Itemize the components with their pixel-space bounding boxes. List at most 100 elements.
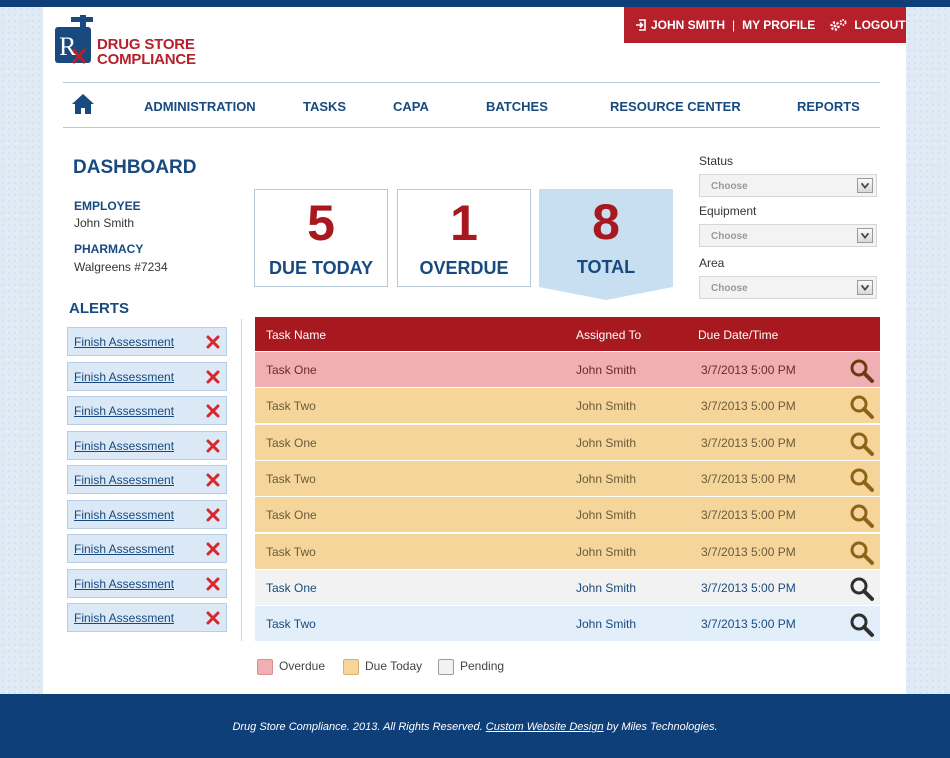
home-icon[interactable] <box>71 93 95 115</box>
main-nav: ADMINISTRATION TASKS CAPA BATCHES RESOUR… <box>63 82 880 128</box>
cell-due-date: 3/7/2013 5:00 PM <box>701 617 796 632</box>
employee-value: John Smith <box>74 216 135 230</box>
search-icon[interactable] <box>849 431 875 457</box>
legend-swatch-due-today <box>343 659 359 675</box>
column-header-due-date[interactable]: Due Date/Time <box>698 328 778 342</box>
table-row[interactable]: Task One John Smith 3/7/2013 5:00 PM <box>255 352 880 388</box>
alert-link[interactable]: Finish Assessment <box>74 473 174 487</box>
cell-task-name[interactable]: Task One <box>266 581 317 595</box>
stat-value: 5 <box>307 195 335 251</box>
stat-card-total[interactable]: 8 TOTAL <box>539 189 673 301</box>
nav-capa[interactable]: CAPA <box>393 99 429 114</box>
cell-assigned-to: John Smith <box>576 580 637 595</box>
alert-link[interactable]: Finish Assessment <box>74 508 174 522</box>
user-name-link[interactable]: JOHN SMITH <box>636 18 725 32</box>
alert-item[interactable]: Finish Assessment <box>67 361 227 391</box>
table-row[interactable]: Task One John Smith 3/7/2013 5:00 PM <box>255 424 880 461</box>
table-row[interactable]: Task One John Smith 3/7/2013 5:00 PM <box>255 497 880 534</box>
cell-task-name[interactable]: Task Two <box>266 617 316 631</box>
alert-item[interactable]: Finish Assessment <box>67 568 227 598</box>
cell-task-name[interactable]: Task Two <box>266 472 316 486</box>
cell-task-name[interactable]: Task One <box>266 508 317 522</box>
stat-value: 8 <box>592 194 620 250</box>
alert-link[interactable]: Finish Assessment <box>74 577 174 591</box>
alert-item[interactable]: Finish Assessment <box>67 465 227 494</box>
stat-value: 1 <box>450 195 478 251</box>
nav-batches[interactable]: BATCHES <box>486 99 548 114</box>
column-header-task-name[interactable]: Task Name <box>266 328 326 342</box>
footer-copyright: Drug Store Compliance. 2013. All Rights … <box>232 721 483 733</box>
alert-link[interactable]: Finish Assessment <box>74 370 174 384</box>
page-container: R DRUG STORE COMPLIANCE JOHN SMITH | MY … <box>43 7 906 694</box>
table-row[interactable]: Task Two John Smith 3/7/2013 5:00 PM <box>255 388 880 425</box>
search-icon[interactable] <box>849 576 875 602</box>
close-icon[interactable] <box>206 611 220 625</box>
brand-logo[interactable]: R DRUG STORE COMPLIANCE <box>55 15 196 75</box>
alert-item[interactable]: Finish Assessment <box>67 534 227 563</box>
page-title: DASHBOARD <box>73 157 197 178</box>
footer: Drug Store Compliance. 2013. All Rights … <box>0 694 950 758</box>
table-row[interactable]: Task One John Smith 3/7/2013 5:00 PM <box>255 569 880 606</box>
alert-link[interactable]: Finish Assessment <box>74 542 174 556</box>
close-icon[interactable] <box>206 370 220 384</box>
column-header-assigned-to[interactable]: Assigned To <box>576 328 641 342</box>
status-select[interactable]: Choose <box>699 174 877 197</box>
search-icon[interactable] <box>849 394 875 420</box>
table-row[interactable]: Task Two John Smith 3/7/2013 5:00 PM <box>255 606 880 643</box>
cell-assigned-to: John Smith <box>576 508 637 523</box>
employee-label: EMPLOYEE <box>74 199 141 213</box>
legend-swatch-overdue <box>257 659 273 675</box>
legend-swatch-pending <box>438 659 454 675</box>
pharmacy-value: Walgreens #7234 <box>74 260 168 274</box>
alert-item[interactable]: Finish Assessment <box>67 430 227 460</box>
alert-link[interactable]: Finish Assessment <box>74 404 174 418</box>
alert-link[interactable]: Finish Assessment <box>74 439 174 453</box>
close-icon[interactable] <box>206 404 220 418</box>
alert-item[interactable]: Finish Assessment <box>67 499 227 529</box>
cell-assigned-to: John Smith <box>576 363 637 377</box>
close-icon[interactable] <box>206 473 220 487</box>
close-icon[interactable] <box>206 439 220 453</box>
search-icon[interactable] <box>849 503 875 529</box>
stat-card-overdue[interactable]: 1 OVERDUE <box>397 189 531 287</box>
logout-link[interactable]: LOGOUT <box>829 18 906 32</box>
alert-item[interactable]: Finish Assessment <box>67 603 227 632</box>
nav-administration[interactable]: ADMINISTRATION <box>144 99 256 114</box>
cell-assigned-to: John Smith <box>576 471 637 486</box>
table-row[interactable]: Task Two John Smith 3/7/2013 5:00 PM <box>255 533 880 570</box>
signin-icon <box>636 19 646 31</box>
my-profile-link[interactable]: MY PROFILE <box>742 18 815 32</box>
cell-assigned-to: John Smith <box>576 544 637 559</box>
alert-link[interactable]: Finish Assessment <box>74 335 174 349</box>
search-icon[interactable] <box>849 612 875 638</box>
stat-card-due-today[interactable]: 5 DUE TODAY <box>254 189 388 287</box>
nav-reports[interactable]: REPORTS <box>797 99 860 114</box>
close-icon[interactable] <box>206 335 220 349</box>
search-icon[interactable] <box>849 358 875 384</box>
area-select[interactable]: Choose <box>699 276 877 299</box>
equipment-select[interactable]: Choose <box>699 224 877 247</box>
alert-item[interactable]: Finish Assessment <box>67 396 227 425</box>
chevron-down-icon <box>857 178 873 193</box>
close-icon[interactable] <box>206 577 220 591</box>
legend-label-due-today: Due Today <box>365 659 423 673</box>
user-name: JOHN SMITH <box>651 18 726 32</box>
search-icon[interactable] <box>849 540 875 566</box>
close-icon[interactable] <box>206 508 220 522</box>
search-icon[interactable] <box>849 467 875 493</box>
status-filter-label: Status <box>699 154 734 168</box>
nav-tasks[interactable]: TASKS <box>303 99 346 114</box>
top-accent-bar <box>0 0 950 7</box>
cell-task-name[interactable]: Task One <box>266 436 317 450</box>
cell-task-name[interactable]: Task Two <box>266 545 316 559</box>
cell-due-date: 3/7/2013 5:00 PM <box>701 399 796 414</box>
cell-task-name[interactable]: Task One <box>266 363 317 377</box>
alert-link[interactable]: Finish Assessment <box>74 611 174 625</box>
alert-item[interactable]: Finish Assessment <box>67 327 227 356</box>
chevron-down-icon <box>857 280 873 295</box>
nav-resource-center[interactable]: RESOURCE CENTER <box>610 99 741 114</box>
close-icon[interactable] <box>206 542 220 556</box>
footer-design-link[interactable]: Custom Website Design <box>486 721 604 733</box>
table-row[interactable]: Task Two John Smith 3/7/2013 5:00 PM <box>255 460 880 497</box>
cell-task-name[interactable]: Task Two <box>266 399 316 413</box>
